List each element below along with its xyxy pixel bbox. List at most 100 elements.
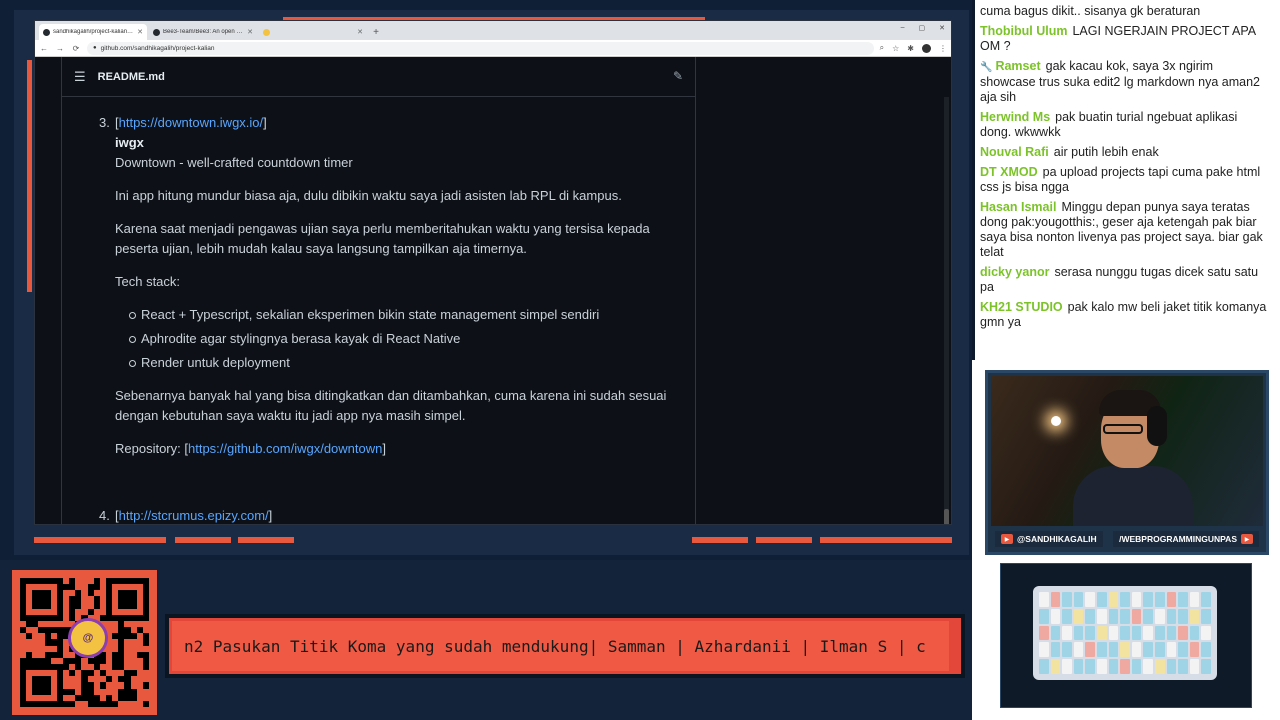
list-item: React + Typescript, sekalian eksperimen …: [129, 305, 675, 325]
keycap: [1189, 625, 1200, 641]
accent-bar-bottom-2: [175, 537, 231, 543]
close-window-button[interactable]: ✕: [939, 24, 945, 32]
scrollbar-track[interactable]: [944, 97, 949, 524]
ticker-text: n2 Pasukan Titik Koma yang sudah menduku…: [184, 636, 926, 656]
keycap: [1108, 592, 1119, 607]
keycap: [1178, 592, 1188, 607]
tab-project-kalian[interactable]: sandhikagalih/project-kalian: Mi ✕: [39, 24, 147, 40]
bookmark-star-icon[interactable]: ☆: [892, 44, 899, 53]
qr-module: [142, 700, 149, 707]
profile-avatar[interactable]: [922, 43, 931, 53]
tab-bar: sandhikagalih/project-kalian: Mi ✕ Bee3-…: [35, 21, 951, 40]
live-chat: cuma bagus dikit.. sisanya gk beraturan …: [975, 0, 1280, 360]
tab-bee3[interactable]: Bee3-Team/Bee3: An open sourc ✕: [149, 24, 257, 40]
chat-message: dicky yanor serasa nunggu tugas dicek sat…: [980, 265, 1270, 295]
url-field[interactable]: ● github.com/sandhikagalih/project-kalia…: [87, 41, 874, 55]
chat-message: Herwind Ms pak buatin turial ngebuat apli…: [980, 110, 1270, 140]
chat-message: KH21 STUDIO pak kalo mw beli jaket titik …: [980, 300, 1270, 330]
outline-list-icon[interactable]: ☰: [74, 69, 86, 85]
handle-text: /WEBPROGRAMMINGUNPAS: [1119, 534, 1237, 544]
lamp-light: [1051, 416, 1061, 426]
keycap: [1039, 659, 1049, 674]
webcam-caption-bar: ▶ @SANDHIKAGALIH /WEBPROGRAMMINGUNPAS ▶: [991, 529, 1263, 549]
zoom-icon[interactable]: ⌕: [880, 43, 884, 53]
maximize-button[interactable]: ▢: [919, 24, 926, 32]
back-icon[interactable]: ←: [39, 44, 49, 53]
list-item: Render untuk deployment: [129, 353, 675, 373]
accent-bar-bottom-5: [756, 537, 812, 543]
keycap: [1073, 625, 1084, 641]
close-icon[interactable]: ✕: [357, 28, 363, 36]
keycap: [1085, 592, 1095, 607]
keycap: [1062, 625, 1072, 641]
tech-stack-label: Tech stack:: [115, 274, 181, 289]
downtown-link[interactable]: https://downtown.iwgx.io/: [119, 115, 264, 130]
keycap: [1050, 592, 1061, 607]
chat-author: Herwind Ms: [980, 110, 1051, 124]
bracket-close: ]: [382, 441, 386, 456]
chat-message: DT XMOD pa upload projects tapi cuma pake…: [980, 165, 1270, 195]
youtube-icon: ▶: [1001, 534, 1013, 544]
chat-author: DT XMOD: [980, 165, 1038, 179]
keycap: [1039, 642, 1049, 658]
keycap: [1189, 608, 1200, 624]
keycap: [1039, 625, 1049, 641]
youtube-icon: ▶: [1241, 534, 1253, 544]
wrench-icon: 🔧: [980, 62, 993, 73]
description-paragraph-3: Sebenarnya banyak hal yang bisa ditingka…: [115, 388, 667, 423]
stcrumus-link[interactable]: http://stcrumus.epizy.com/: [119, 508, 269, 523]
keycap: [1166, 642, 1177, 658]
list-item: Aphrodite agar stylingnya berasa kayak d…: [129, 329, 675, 349]
keycap: [1189, 642, 1200, 658]
keycap: [1062, 642, 1072, 658]
webcam-frame: ▶ @SANDHIKAGALIH /WEBPROGRAMMINGUNPAS ▶: [985, 370, 1269, 555]
tab-third[interactable]: ✕: [259, 24, 367, 40]
lock-icon: ●: [93, 45, 97, 51]
repository-link[interactable]: https://github.com/iwgx/downtown: [188, 441, 382, 456]
keycap: [1178, 625, 1188, 641]
minimize-button[interactable]: –: [901, 24, 905, 32]
keycap: [1050, 642, 1061, 658]
new-tab-button[interactable]: +: [369, 24, 383, 40]
extensions-icon[interactable]: ✱: [907, 44, 914, 53]
chat-text: cuma bagus dikit.. sisanya gk beraturan: [980, 4, 1201, 18]
readme-content: 3. [https://downtown.iwgx.io/] iwgx Down…: [99, 113, 675, 524]
chat-text: air putih lebih enak: [1053, 145, 1159, 159]
keycap: [1097, 659, 1107, 674]
keycap: [1155, 592, 1165, 607]
keycap: [1143, 642, 1153, 658]
list-item-4: 4. [http://stcrumus.epizy.com/]: [99, 506, 675, 524]
person-glasses: [1103, 424, 1143, 434]
keycap: [1155, 659, 1165, 674]
keycap: [1108, 625, 1119, 641]
reload-icon[interactable]: ⟳: [71, 44, 81, 53]
edit-pencil-icon[interactable]: ✎: [673, 69, 683, 83]
github-page: ☰ README.md ✎ 3. [https://downtown.iwgx.…: [35, 57, 951, 524]
accent-bar-bottom-6: [820, 537, 952, 543]
keycap: [1085, 642, 1095, 658]
menu-icon[interactable]: ⋮: [939, 44, 947, 53]
keycap: [1143, 608, 1153, 624]
chat-message: Thobibul Ulum LAGI NGERJAIN PROJECT APA O…: [980, 24, 1270, 54]
keycap: [1108, 642, 1119, 658]
keycap: [1120, 659, 1130, 674]
keycap: [1178, 659, 1188, 674]
keycap: [1062, 592, 1072, 607]
description-paragraph-2: Karena saat menjadi pengawas ujian saya …: [115, 221, 650, 256]
supporter-ticker: n2 Pasukan Titik Koma yang sudah menduku…: [165, 614, 965, 678]
keycap: [1073, 642, 1084, 658]
qr-code-panel: @: [12, 570, 157, 715]
keycap: [1155, 625, 1165, 641]
scrollbar-thumb[interactable]: [944, 509, 949, 524]
tech-stack-list: React + Typescript, sekalian eksperimen …: [115, 305, 675, 373]
close-icon[interactable]: ✕: [137, 28, 143, 36]
keycap: [1155, 608, 1165, 624]
keycap: [1120, 642, 1130, 658]
accent-bar-bottom-3: [238, 537, 294, 543]
forward-icon[interactable]: →: [55, 44, 65, 53]
keycap: [1201, 659, 1211, 674]
close-icon[interactable]: ✕: [247, 28, 253, 36]
chat-message: cuma bagus dikit.. sisanya gk beraturan: [980, 4, 1270, 19]
keycap: [1166, 592, 1177, 607]
headphones: [1147, 406, 1167, 446]
